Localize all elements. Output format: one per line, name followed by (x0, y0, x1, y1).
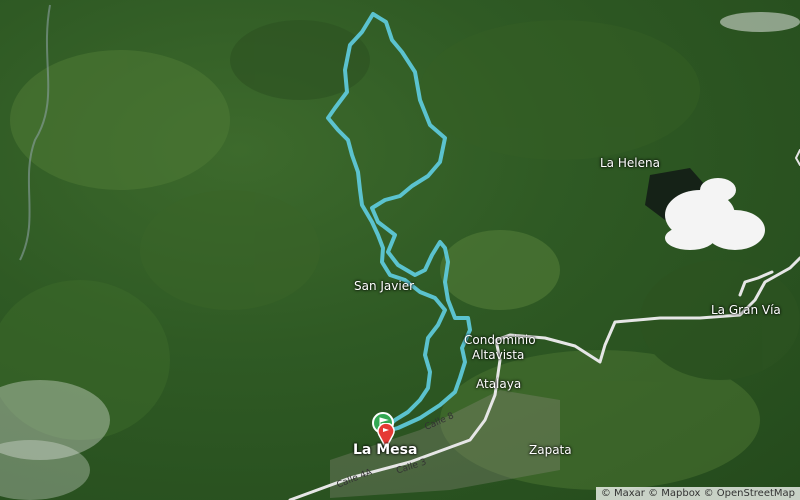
place-label-condominio: Condominio (464, 333, 536, 347)
place-label-zapata: Zapata (529, 443, 572, 457)
map-attribution[interactable]: © Maxar © Mapbox © OpenStreetMap (595, 487, 800, 500)
terrain-texture (0, 20, 800, 490)
place-label-la-helena: La Helena (600, 156, 660, 170)
place-label-la-mesa: La Mesa (353, 442, 418, 458)
place-label-altavista: Altavista (472, 348, 525, 362)
place-label-la-gran-via: La Gran Vía (711, 303, 781, 317)
satellite-map[interactable]: La Helena San Javier Condominio Altavist… (0, 0, 800, 500)
place-label-atalaya: Atalaya (476, 377, 522, 391)
road-east-edge (795, 149, 800, 166)
map-layer (0, 4, 800, 500)
place-label-san-javier: San Javier (354, 279, 415, 293)
